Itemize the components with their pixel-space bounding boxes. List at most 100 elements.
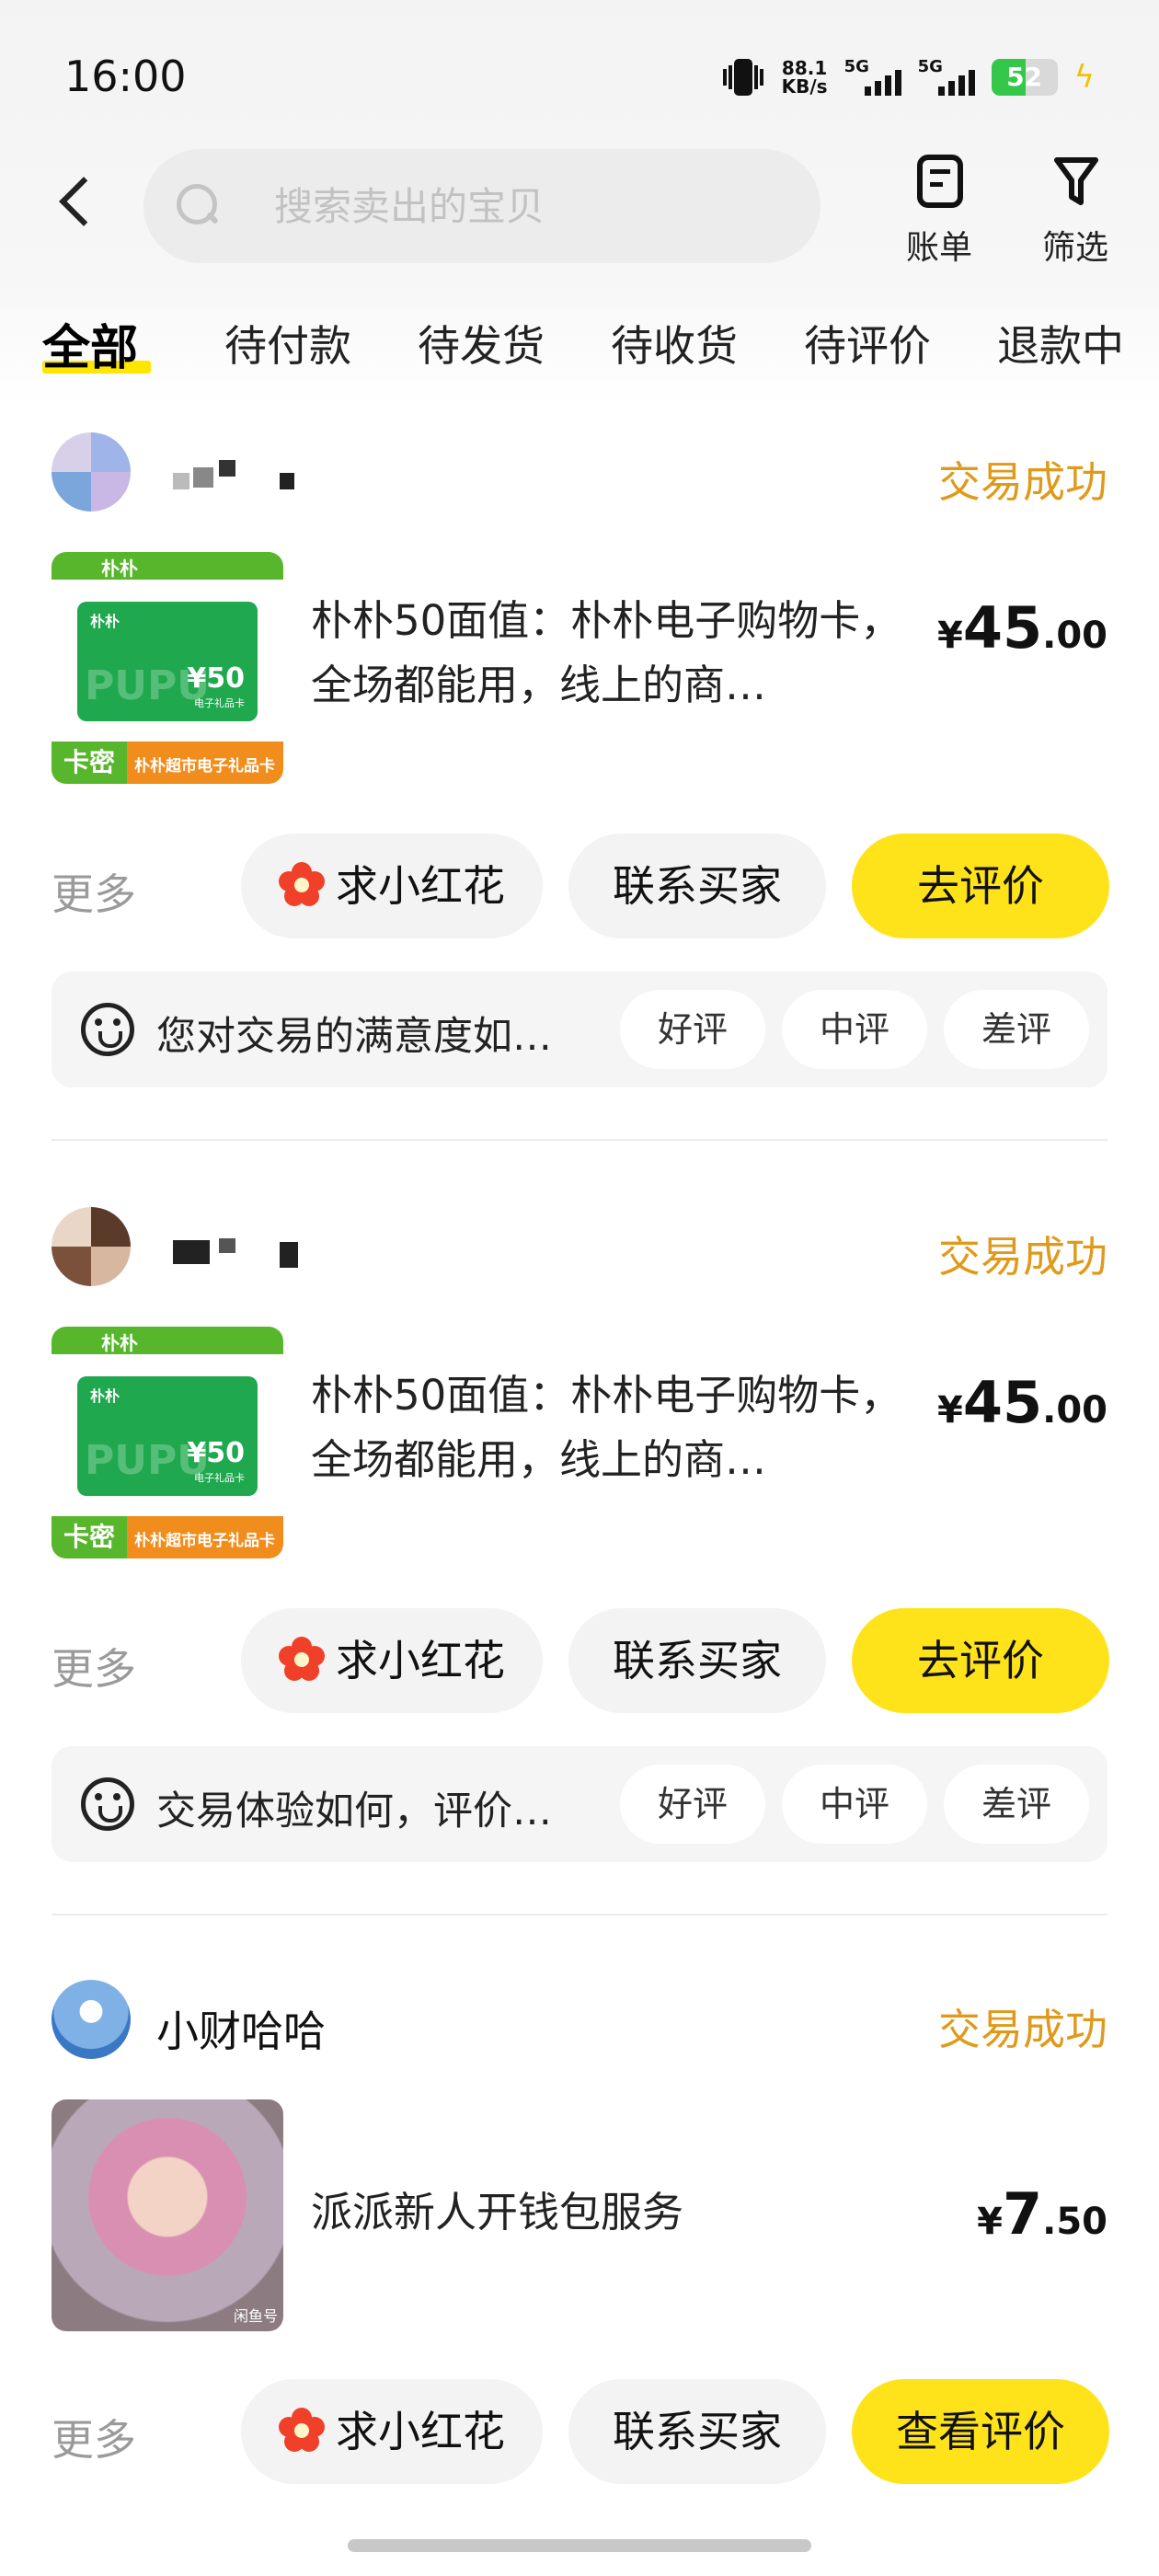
home-indicator[interactable] (348, 2539, 811, 2552)
product-thumbnail[interactable]: 朴朴 朴朴 PUPU ¥50 电子礼品卡 卡密 朴朴超市电子礼品卡 (52, 1327, 283, 1558)
filter-button[interactable]: 筛选 (1025, 149, 1126, 269)
chevron-left-icon (59, 177, 109, 226)
flower-icon (279, 862, 325, 908)
more-button[interactable]: 更多 (52, 861, 136, 922)
rate-neutral-button[interactable]: 中评 (782, 1765, 927, 1844)
network-speed-unit: KB/s (781, 75, 828, 98)
product-title[interactable]: 朴朴50面值：朴朴电子购物卡，全场都能用，线上的商… (311, 589, 918, 718)
ask-flower-button[interactable]: 求小红花 (241, 1608, 543, 1713)
bill-icon (917, 155, 963, 208)
seller-name[interactable]: 小财哈哈 (156, 1998, 326, 2059)
battery-icon: 52 (991, 59, 1058, 96)
more-button[interactable]: 更多 (52, 1636, 136, 1696)
contact-buyer-button[interactable]: 联系买家 (568, 2379, 826, 2484)
vibrate-icon (721, 57, 765, 98)
status-bar: 16:00 88.1 KB/s 5G 5G 52 ϟ (0, 44, 1159, 109)
product-title[interactable]: 朴朴50面值：朴朴电子购物卡，全场都能用，线上的商… (311, 1363, 918, 1492)
status-icons: 88.1 KB/s 5G 5G 52 ϟ (721, 53, 1095, 101)
view-review-button[interactable]: 查看评价 (852, 2379, 1109, 2484)
giftcard-card-brand: 朴朴 (90, 613, 120, 630)
giftcard-sub: 电子礼品卡 (194, 697, 245, 709)
more-button[interactable]: 更多 (52, 2407, 136, 2467)
giftcard-desc: 朴朴超市电子礼品卡 (134, 1532, 275, 1550)
avatar[interactable] (52, 1980, 131, 2059)
ask-flower-label: 求小红花 (336, 861, 505, 911)
giftcard-value: ¥50 (187, 1437, 245, 1469)
signal-icon-sim1: 5G (844, 57, 901, 98)
review-question: 您对交易的满意度如… (156, 1014, 552, 1060)
giftcard-tag: 卡密 (52, 1516, 127, 1558)
tab-pending-review[interactable]: 待评价 (804, 313, 931, 374)
ask-flower-label: 求小红花 (336, 1636, 505, 1685)
price-decimal: .50 (1042, 2201, 1107, 2243)
product-price: ¥45.00 (937, 1369, 1107, 1436)
order-status: 交易成功 (938, 457, 1107, 507)
product-thumbnail[interactable]: 朴朴 朴朴 PUPU ¥50 电子礼品卡 卡密 朴朴超市电子礼品卡 (52, 552, 283, 784)
order-status: 交易成功 (938, 2005, 1107, 2054)
tab-all[interactable]: 全部 (42, 309, 138, 378)
search-bar[interactable] (143, 149, 820, 263)
giftcard-brand-strip: 朴朴 (52, 552, 283, 580)
order-tabs: 全部 待付款 待发货 待收货 待评价 退款中 (0, 304, 1159, 386)
price-integer: 7 (1003, 2180, 1043, 2248)
product-price: ¥45.00 (937, 594, 1107, 661)
tab-pending-receipt[interactable]: 待收货 (611, 313, 738, 374)
rate-bad-button[interactable]: 差评 (944, 1765, 1089, 1844)
product-title[interactable]: 派派新人开钱包服务 (311, 2180, 918, 2245)
rate-good-button[interactable]: 好评 (620, 1765, 765, 1844)
price-currency: ¥ (937, 1389, 963, 1432)
flower-icon (279, 1637, 325, 1683)
giftcard-brand-strip: 朴朴 (52, 1327, 283, 1354)
signal-icon-sim2: 5G (918, 57, 975, 98)
tab-pending-payment[interactable]: 待付款 (224, 313, 351, 374)
rate-neutral-button[interactable]: 中评 (782, 990, 927, 1069)
filter-label: 筛选 (1041, 229, 1108, 267)
product-price: ¥7.50 (977, 2180, 1107, 2248)
avatar[interactable] (52, 1207, 131, 1286)
divider (52, 1139, 1107, 1141)
flower-icon (279, 2408, 325, 2454)
price-decimal: .00 (1042, 615, 1107, 657)
quick-review-bar: 交易体验如何，评价… 好评 中评 差评 (52, 1746, 1107, 1862)
thumbnail-watermark: 闲鱼号 (233, 2307, 278, 2325)
back-button[interactable] (52, 167, 109, 241)
giftcard-image: 朴朴 PUPU ¥50 电子礼品卡 (77, 602, 258, 721)
rate-good-button[interactable]: 好评 (620, 990, 765, 1069)
contact-buyer-button[interactable]: 联系买家 (568, 834, 826, 938)
ask-flower-button[interactable]: 求小红花 (241, 834, 543, 938)
review-button[interactable]: 去评价 (852, 1608, 1109, 1713)
review-button[interactable]: 去评价 (852, 834, 1109, 938)
ask-flower-button[interactable]: 求小红花 (241, 2379, 543, 2484)
bill-button[interactable]: 账单 (889, 149, 990, 269)
avatar[interactable] (52, 432, 131, 512)
ask-flower-label: 求小红花 (336, 2407, 505, 2456)
price-currency: ¥ (977, 2201, 1003, 2243)
product-thumbnail[interactable]: 闲鱼号 (52, 2099, 283, 2331)
giftcard-sub: 电子礼品卡 (194, 1472, 245, 1484)
giftcard-value: ¥50 (187, 662, 245, 695)
contact-buyer-button[interactable]: 联系买家 (568, 1608, 826, 1713)
quick-review-bar: 您对交易的满意度如… 好评 中评 差评 (52, 972, 1107, 1087)
giftcard-brand: 朴朴 (101, 1332, 138, 1354)
smile-face-icon (81, 1003, 134, 1056)
giftcard-card-brand: 朴朴 (90, 1387, 120, 1405)
tab-refunding[interactable]: 退款中 (997, 313, 1124, 374)
search-input[interactable] (274, 177, 789, 236)
giftcard-footer: 卡密 朴朴超市电子礼品卡 (52, 742, 283, 784)
bill-label: 账单 (905, 229, 972, 267)
rate-bad-button[interactable]: 差评 (944, 990, 1089, 1069)
order-actions: 更多 求小红花 联系买家 去评价 (0, 834, 1159, 938)
price-integer: 45 (962, 1369, 1043, 1436)
charging-icon: ϟ (1073, 59, 1095, 96)
price-decimal: .00 (1042, 1389, 1107, 1432)
giftcard-brand: 朴朴 (101, 558, 138, 580)
order-actions: 更多 求小红花 联系买家 查看评价 (0, 2379, 1159, 2484)
price-integer: 45 (962, 594, 1043, 661)
order-actions: 更多 求小红花 联系买家 去评价 (0, 1608, 1159, 1713)
giftcard-desc: 朴朴超市电子礼品卡 (134, 757, 275, 776)
seller-name-blurred (173, 456, 311, 489)
tab-pending-shipment[interactable]: 待发货 (418, 313, 545, 374)
giftcard-image: 朴朴 PUPU ¥50 电子礼品卡 (77, 1376, 258, 1496)
price-currency: ¥ (937, 615, 963, 657)
search-icon (177, 184, 221, 228)
